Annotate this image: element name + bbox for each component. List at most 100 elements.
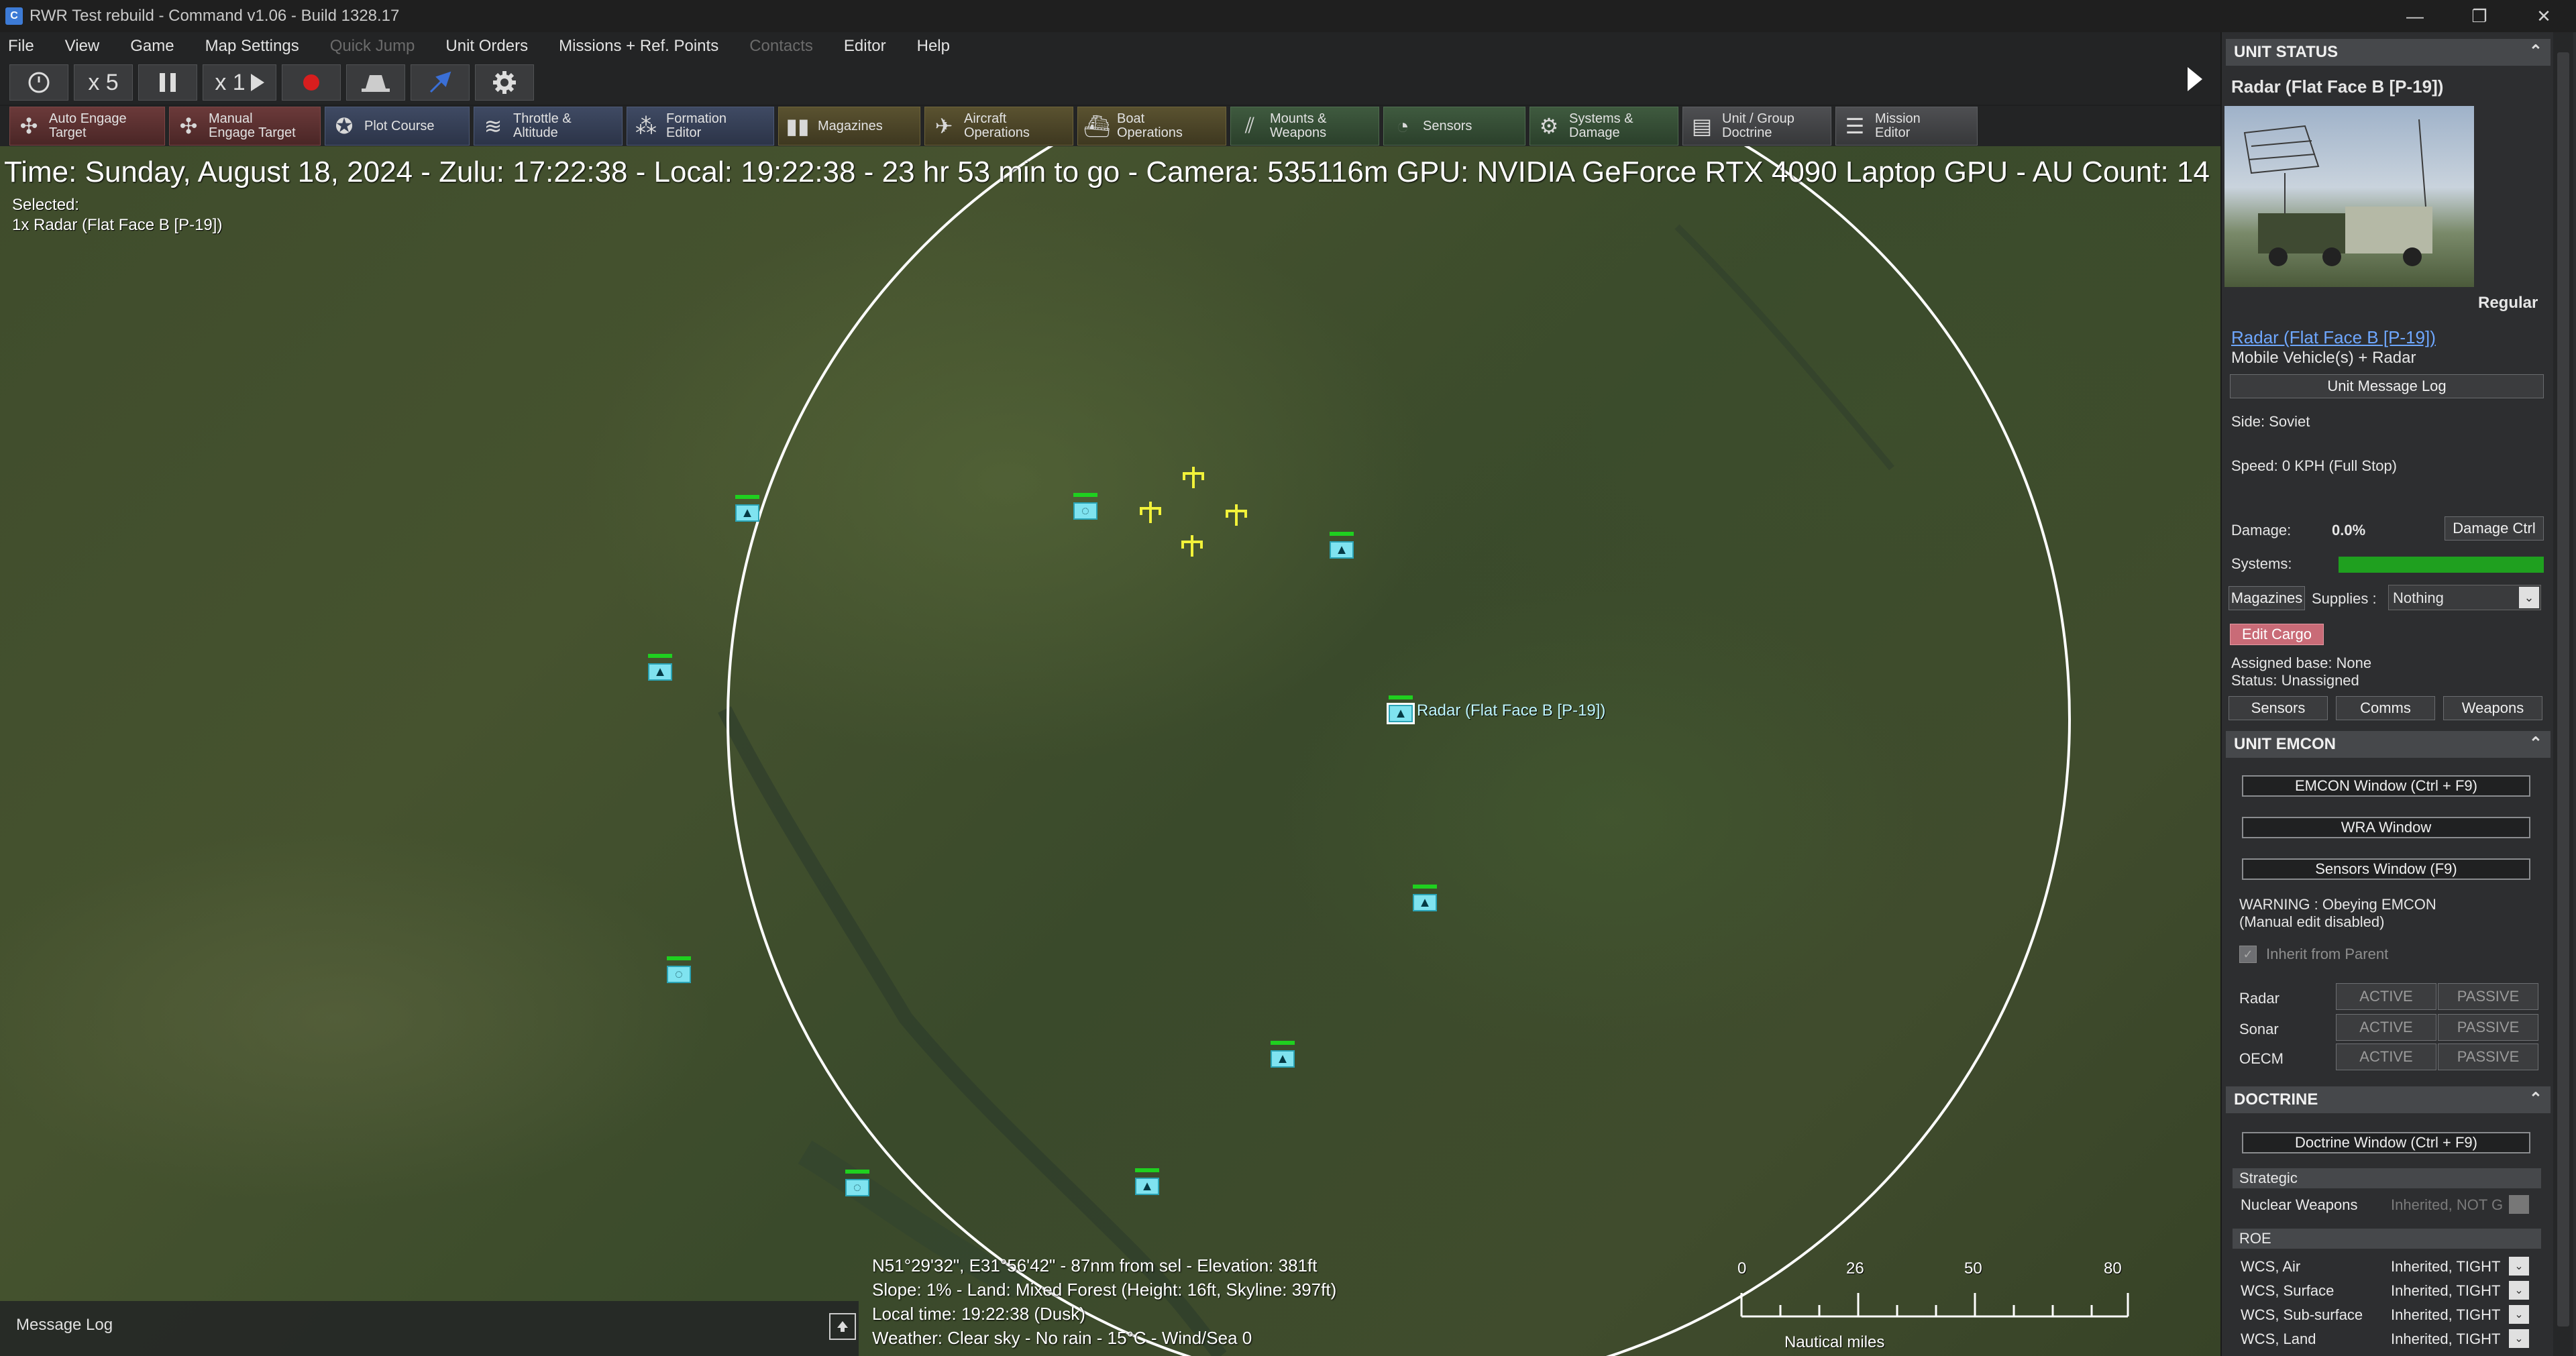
wcs-value[interactable]: Inherited, TIGHT xyxy=(2391,1258,2500,1276)
aircraft-operations-button[interactable]: ✈ Aircraft Operations xyxy=(924,107,1073,146)
wcs-value[interactable]: Inherited, TIGHT xyxy=(2391,1306,2500,1324)
collapse-panel-button[interactable] xyxy=(2180,60,2210,98)
clock-button[interactable] xyxy=(9,64,68,101)
menu-unit-orders[interactable]: Unit Orders xyxy=(445,37,528,56)
radar-passive-toggle[interactable]: PASSIVE xyxy=(2438,983,2538,1010)
aircraft-contact-icon[interactable] xyxy=(1225,502,1248,528)
aircraft-contact-icon[interactable] xyxy=(1182,464,1205,491)
crosshair-icon: ✣ xyxy=(19,114,38,138)
collapse-icon[interactable]: ⌃ xyxy=(2529,1089,2542,1109)
menu-editor[interactable]: Editor xyxy=(844,37,886,56)
wra-window-button[interactable]: WRA Window xyxy=(2242,817,2530,838)
chevron-down-icon[interactable]: ⌄ xyxy=(2509,1257,2529,1276)
jump-button[interactable] xyxy=(411,64,470,101)
sensors-window-button[interactable]: Sensors Window (F9) xyxy=(2242,858,2530,880)
friendly-sam-site[interactable]: ◌ xyxy=(1073,493,1097,522)
manual-engage-button[interactable]: ✣ Manual Engage Target xyxy=(169,107,321,146)
unit-sensors-button[interactable]: Sensors xyxy=(2229,696,2328,720)
close-button[interactable]: ✕ xyxy=(2512,0,2576,32)
emcon-row-label: OECM xyxy=(2239,1050,2284,1067)
throttle-altitude-button[interactable]: ≋ Throttle & Altitude xyxy=(474,107,623,146)
wcs-value[interactable]: Inherited, TIGHT xyxy=(2391,1331,2500,1348)
supplies-dropdown[interactable]: Nothing ⌄ xyxy=(2388,585,2541,610)
triangle-up-icon: ▲ xyxy=(735,504,759,522)
systems-health-bar xyxy=(2339,557,2544,573)
doctrine-window-button[interactable]: Doctrine Window (Ctrl + F9) xyxy=(2242,1132,2530,1153)
friendly-unit[interactable]: ▲ xyxy=(735,495,759,524)
damage-control-button[interactable]: Damage Ctrl xyxy=(2445,516,2544,541)
ammo-icon: ▮▮ xyxy=(786,114,810,138)
pause-button[interactable] xyxy=(138,64,197,101)
menu-help[interactable]: Help xyxy=(917,37,950,56)
friendly-unit[interactable]: ▲ xyxy=(1135,1168,1159,1198)
menu-view[interactable]: View xyxy=(65,37,100,56)
magazines-button[interactable]: ▮▮ Magazines xyxy=(778,107,920,146)
oecm-passive-toggle[interactable]: PASSIVE xyxy=(2438,1043,2538,1070)
collapse-icon[interactable]: ⌃ xyxy=(2529,42,2542,61)
selected-radar-unit[interactable]: ▲ xyxy=(1387,695,1415,725)
edit-cargo-button[interactable]: Edit Cargo xyxy=(2230,624,2324,645)
unit-comms-button[interactable]: Comms xyxy=(2336,696,2435,720)
clipboard-icon: ☰ xyxy=(1845,114,1865,138)
friendly-unit[interactable]: ▲ xyxy=(648,654,672,683)
scale-tick: 80 xyxy=(2104,1259,2122,1278)
friendly-sam-site[interactable]: ◌ xyxy=(845,1170,869,1199)
unit-emcon-header[interactable]: UNIT EMCON ⌃ xyxy=(2226,731,2551,758)
unit-weapons-button[interactable]: Weapons xyxy=(2443,696,2542,720)
message-log-bar[interactable]: Message Log xyxy=(0,1301,859,1356)
selected-unit-text: 1x Radar (Flat Face B [P-19]) xyxy=(12,216,223,234)
sim-stop-button[interactable] xyxy=(346,64,405,101)
doctrine-header[interactable]: DOCTRINE ⌃ xyxy=(2226,1086,2551,1113)
proficiency-label: Regular xyxy=(2478,294,2538,312)
panel-scrollbar[interactable] xyxy=(2553,32,2573,1356)
chevron-down-icon[interactable]: ⌄ xyxy=(2509,1281,2529,1300)
wcs-value[interactable]: Inherited, TIGHT xyxy=(2391,1282,2500,1300)
auto-engage-button[interactable]: ✣ Auto Engage Target xyxy=(9,107,165,146)
unit-message-log-button[interactable]: Unit Message Log xyxy=(2230,374,2544,398)
chevron-down-icon[interactable]: ⌄ xyxy=(2509,1305,2529,1324)
menu-missions[interactable]: Missions + Ref. Points xyxy=(559,37,718,56)
unit-class-link[interactable]: Radar (Flat Face B [P-19]) xyxy=(2231,327,2436,348)
friendly-unit[interactable]: ▲ xyxy=(1271,1041,1295,1070)
settings-button[interactable] xyxy=(475,64,534,101)
title-bar: C RWR Test rebuild - Command v1.06 - Bui… xyxy=(0,0,2576,32)
unit-status-header[interactable]: UNIT STATUS ⌃ xyxy=(2226,39,2551,66)
aircraft-contact-icon[interactable] xyxy=(1139,499,1162,526)
unit-name: Radar (Flat Face B [P-19]) xyxy=(2231,76,2444,97)
sonar-passive-toggle[interactable]: PASSIVE xyxy=(2438,1014,2538,1041)
menu-game[interactable]: Game xyxy=(130,37,174,56)
sensors-button[interactable]: ◔ Sensors xyxy=(1383,107,1525,146)
minimize-button[interactable]: — xyxy=(2383,0,2447,32)
emcon-window-button[interactable]: EMCON Window (Ctrl + F9) xyxy=(2242,775,2530,797)
mounts-weapons-button[interactable]: ⫽ Mounts & Weapons xyxy=(1230,107,1379,146)
friendly-sam-site[interactable]: ◌ xyxy=(667,956,691,986)
time-compression-button[interactable]: x 5 xyxy=(74,64,133,101)
unit-assignment-status: Status: Unassigned xyxy=(2231,672,2359,689)
scale-tick: 50 xyxy=(1964,1259,1982,1278)
magazines-button[interactable]: Magazines xyxy=(2229,586,2305,610)
boat-operations-button[interactable]: ⛴ Boat Operations xyxy=(1077,107,1226,146)
unit-group-doctrine-button[interactable]: ▤ Unit / Group Doctrine xyxy=(1682,107,1831,146)
play-speed-button[interactable]: x 1 xyxy=(203,64,276,101)
menu-map-settings[interactable]: Map Settings xyxy=(205,37,299,56)
sonar-active-toggle[interactable]: ACTIVE xyxy=(2336,1014,2436,1041)
oecm-active-toggle[interactable]: ACTIVE xyxy=(2336,1043,2436,1070)
maximize-button[interactable]: ❐ xyxy=(2447,0,2512,32)
plot-course-button[interactable]: ✪ Plot Course xyxy=(325,107,470,146)
friendly-unit[interactable]: ▲ xyxy=(1330,532,1354,561)
record-button[interactable] xyxy=(282,64,341,101)
inherit-checkbox[interactable]: ✓ xyxy=(2239,946,2257,963)
aircraft-contact-icon[interactable] xyxy=(1181,532,1203,559)
menu-file[interactable]: File xyxy=(8,37,34,56)
friendly-unit[interactable]: ▲ xyxy=(1413,885,1437,914)
radar-active-toggle[interactable]: ACTIVE xyxy=(2336,983,2436,1010)
triangle-up-icon: ▲ xyxy=(648,663,672,681)
mission-editor-button[interactable]: ☰ Mission Editor xyxy=(1835,107,1978,146)
clock-icon xyxy=(28,72,50,93)
collapse-icon[interactable]: ⌃ xyxy=(2529,734,2542,753)
formation-editor-button[interactable]: ⁂ Formation Editor xyxy=(627,107,774,146)
systems-damage-button[interactable]: ⚙ Systems & Damage xyxy=(1529,107,1678,146)
tactical-map[interactable]: Time: Sunday, August 18, 2024 - Zulu: 17… xyxy=(0,146,2220,1356)
chevron-down-icon[interactable]: ⌄ xyxy=(2509,1329,2529,1348)
popout-button[interactable] xyxy=(829,1313,856,1340)
